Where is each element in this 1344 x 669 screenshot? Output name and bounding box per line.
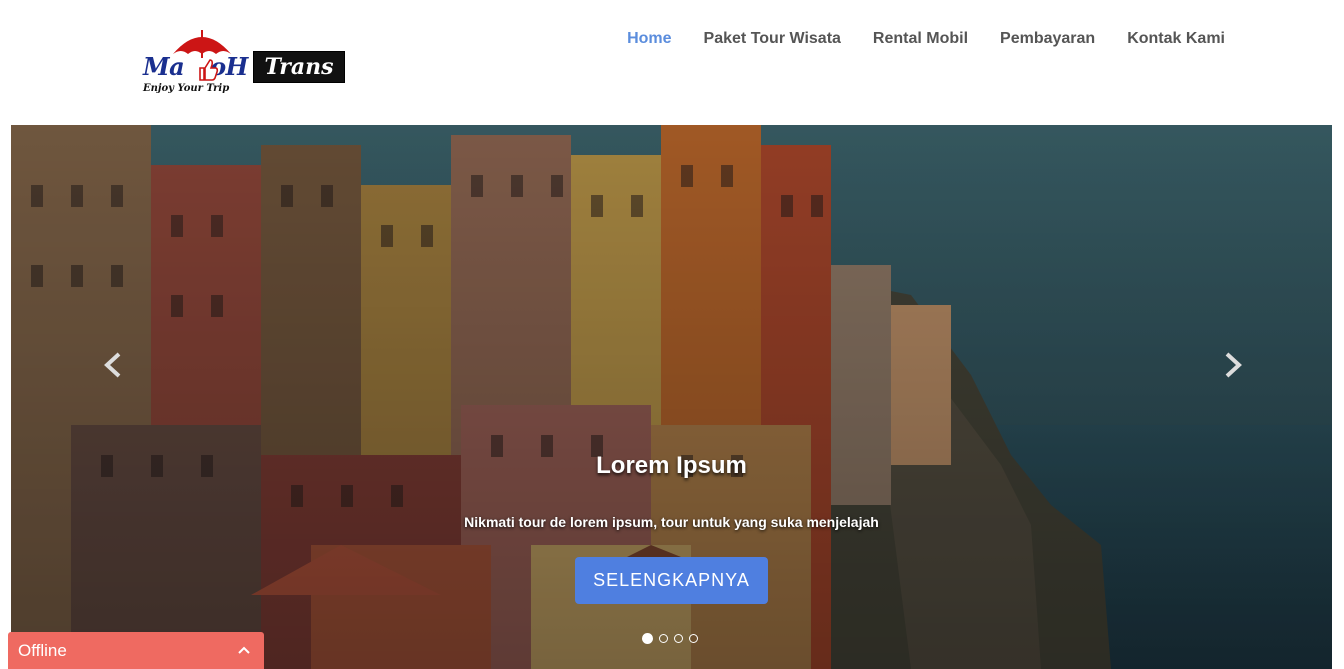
nav-item-kontak-kami[interactable]: Kontak Kami	[1111, 30, 1225, 48]
chat-widget-offline[interactable]: Offline	[8, 632, 264, 669]
chat-status-label: Offline	[18, 641, 67, 660]
site-header: Ma oH Trans Enjoy Your Trip Home Paket To…	[0, 0, 1344, 125]
hero-subtitle: Nikmati tour de lorem ipsum, tour untuk …	[464, 514, 879, 530]
carousel-indicator-4[interactable]	[689, 634, 698, 643]
hero-title: Lorem Ipsum	[596, 452, 747, 479]
logo-wordmark: Ma oH	[143, 52, 248, 81]
chevron-up-icon[interactable]	[238, 646, 250, 654]
nav-item-pembayaran[interactable]: Pembayaran	[984, 30, 1111, 48]
carousel-prev-button[interactable]	[99, 350, 129, 380]
selengkapnya-button[interactable]: SELENGKAPNYA	[575, 557, 768, 604]
carousel-next-button[interactable]	[1217, 350, 1247, 380]
main-nav: Home Paket Tour Wisata Rental Mobil Pemb…	[611, 30, 1225, 48]
carousel-indicator-1[interactable]	[642, 633, 653, 644]
hero-carousel: Lorem Ipsum Nikmati tour de lorem ipsum,…	[11, 125, 1332, 669]
nav-item-paket-tour-wisata[interactable]: Paket Tour Wisata	[688, 30, 857, 48]
thumbs-up-icon	[199, 59, 219, 81]
logo-tagline: Enjoy Your Trip	[143, 83, 230, 94]
brand-logo[interactable]: Ma oH Trans Enjoy Your Trip	[141, 28, 346, 98]
carousel-indicator-3[interactable]	[674, 634, 683, 643]
carousel-indicator-2[interactable]	[659, 634, 668, 643]
logo-trans-block: Trans	[253, 51, 345, 83]
carousel-indicators	[642, 633, 698, 644]
nav-item-home[interactable]: Home	[611, 30, 687, 48]
nav-item-rental-mobil[interactable]: Rental Mobil	[857, 30, 984, 48]
